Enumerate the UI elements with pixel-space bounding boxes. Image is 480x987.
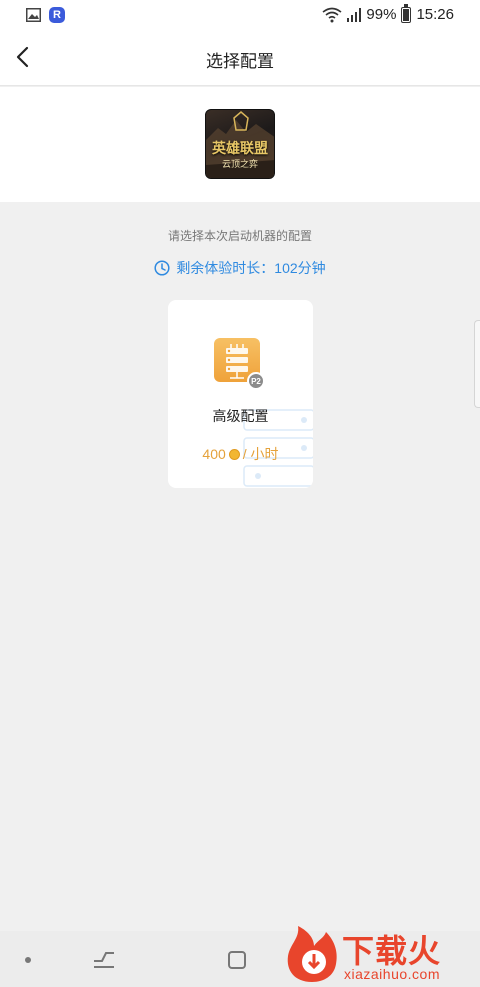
price-amount: 400 [202,446,226,462]
remaining-time-row: 剩余体验时长：102分钟 [0,258,480,278]
battery-percent: 99% [366,6,397,23]
nav-bar: 选择配置 [0,30,480,86]
config-card-advanced[interactable]: P2 高级配置 400 / 小时 [168,300,313,488]
game-logo-subtitle: 云顶之弈 [221,159,258,169]
app-notification-icon: R [49,7,65,23]
edge-panel-handle[interactable] [474,320,480,408]
wifi-icon [322,7,342,22]
signal-icon [347,7,362,22]
brand-watermark: 下载火 xiazaihuo.com [280,922,480,987]
status-bar: R 99% 15:26 [0,0,480,30]
page-title: 选择配置 [206,52,274,71]
game-logo-title: 英雄联盟 [212,140,268,156]
game-banner: 英雄联盟 云顶之弈 [0,87,480,202]
game-logo: 英雄联盟 云顶之弈 [205,109,275,179]
config-name: 高级配置 [212,408,269,424]
tier-badge: P2 [247,372,265,390]
nav-dot-button[interactable] [25,957,31,963]
battery-icon [401,3,412,23]
clock-time: 15:26 [416,6,454,23]
gallery-notification-icon [26,8,41,22]
remaining-time-text: 剩余体验时长：102分钟 [176,260,326,276]
config-hint: 请选择本次启动机器的配置 [167,229,312,243]
home-button[interactable] [228,951,246,969]
flame-logo-icon [287,926,337,982]
clock-icon [154,260,170,276]
price-row: 400 / 小时 [168,444,313,464]
price-unit: / 小时 [242,446,279,462]
brand-domain: xiazaihuo.com [344,966,440,982]
recent-apps-icon[interactable] [92,949,116,971]
coin-icon [228,448,240,460]
